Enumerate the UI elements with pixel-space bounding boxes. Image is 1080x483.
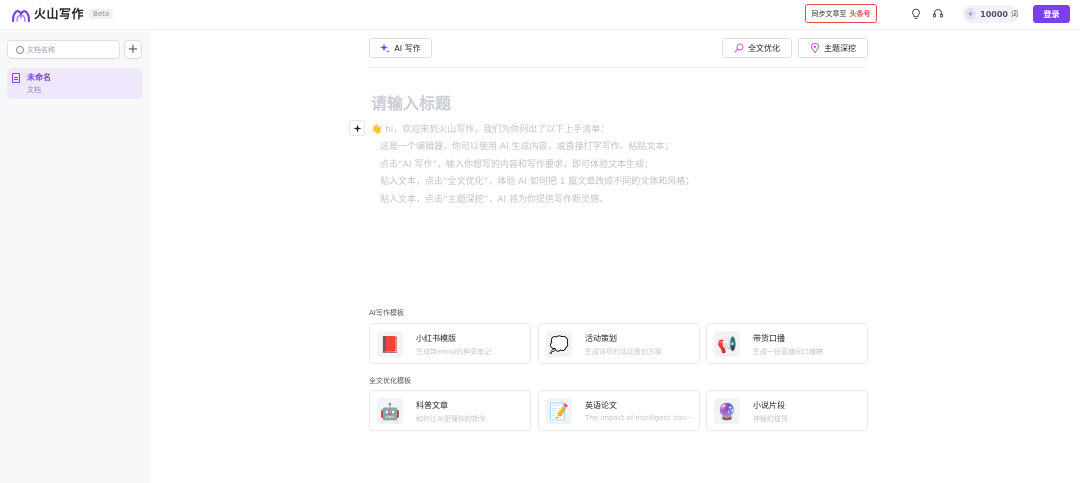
template-card-event-plan[interactable]: 💭 活动策划 生成详尽的活动策划方案 [538,323,700,364]
full-optimize-button[interactable]: 全文优化 [722,38,792,58]
full-optimize-label: 全文优化 [748,43,780,53]
add-document-button[interactable]: + [124,40,142,59]
intro-line: 👋 hi，欢迎来到火山写作，我们为你列出了以下上手清单： [371,125,610,135]
document-title: 未命名 [27,73,51,82]
quota-plus-icon: + [965,8,977,20]
ai-write-label: AI 写作 [394,43,421,53]
search-icon [16,45,24,54]
ai-template-section-label: AI写作模板 [369,309,404,317]
red-book-icon: 📕 [377,331,403,357]
memo-icon: 📝 [546,398,572,424]
login-button[interactable]: 登录 [1033,5,1070,23]
title-input[interactable]: 请输入标题 [371,90,451,114]
template-title: 带货口播 [753,334,785,343]
quota-value: 10000 [980,9,1008,19]
sparkle-icon [380,43,391,53]
sync-target: 头条号 [849,9,871,18]
template-title: 科普文章 [416,401,448,410]
template-title: 活动策划 [585,334,617,343]
template-subtitle: 生成带emoji的种草笔记 [416,348,492,356]
sparkle-plus-icon [352,123,362,133]
template-card-science[interactable]: 🤖 科普文章 如何让AI更懂你的指令 [369,390,531,431]
megaphone-icon: 📢 [714,331,740,357]
template-title: 小说片段 [753,401,785,410]
lightbulb-icon[interactable] [910,8,922,20]
template-title: 小红书模版 [416,334,456,343]
template-card-xiaohongshu[interactable]: 📕 小红书模版 生成带emoji的种草笔记 [369,323,531,364]
toolbar-divider [369,67,867,68]
intro-line: 这是一个编辑器，你可以使用 AI 生成内容，或直接打字写作、粘贴文本； [380,142,674,153]
word-quota-badge[interactable]: + 10000 词 [962,5,1018,23]
top-header: 火山写作 Beta 同步文章至 头条号 + 10000 词 登录 [0,0,1080,30]
template-subtitle: The impact of intelligent hou··· [585,414,693,422]
doc-search-box[interactable] [7,40,120,59]
template-card-livestream[interactable]: 📢 带货口播 生成一份直播间口播稿 [706,323,868,364]
document-list-item[interactable]: 未命名 文档 [7,68,142,99]
thought-bubble-icon: 💭 [546,331,572,357]
app-logo[interactable]: 火山写作 Beta [11,5,114,22]
robot-icon: 🤖 [377,398,403,424]
beta-badge: Beta [89,8,114,19]
magic-wand-icon [734,43,744,53]
crystal-ball-icon: 🔮 [714,398,740,424]
intro-line: 点击“AI 写作”，输入你想写的内容和写作要求，即可体验文本生成； [380,159,653,170]
ai-write-button[interactable]: AI 写作 [369,38,432,58]
template-subtitle: 生成详尽的活动策划方案 [585,348,662,356]
template-title: 英语论文 [585,401,617,410]
sync-label: 同步文章至 [811,9,847,18]
intro-line: 贴入文本，点击“全文优化”，体验 AI 如何把 1 篇文章改成不同的文体和风格； [380,177,695,188]
sync-article-button[interactable]: 同步文章至 头条号 [805,4,877,23]
quota-unit: 词 [1011,10,1018,18]
logo-icon [11,9,31,22]
optimize-template-section-label: 全文优化模板 [369,377,411,385]
editor-body[interactable]: 👋 hi，欢迎来到火山写作，我们为你列出了以下上手清单： 这是一个编辑器，你可以… [371,122,694,209]
intro-line: 贴入文本，点击“主题深挖”，AI 将为你提供写作新灵感。 [380,194,608,205]
topic-deepen-button[interactable]: 主题深挖 [798,38,868,58]
template-card-english-paper[interactable]: 📝 英语论文 The impact of intelligent hou··· [538,390,700,431]
sidebar: + 未命名 文档 [0,31,150,483]
app-name: 火山写作 [34,7,85,21]
document-icon [12,73,20,83]
topic-deepen-label: 主题深挖 [824,43,856,53]
template-card-novel[interactable]: 🔮 小说片段 神秘的提货 [706,390,868,431]
insert-block-button[interactable] [349,120,365,136]
location-pin-icon [810,43,820,53]
template-subtitle: 神秘的提货 [753,415,788,423]
help-icon[interactable] [932,8,944,20]
doc-search-input[interactable] [27,45,117,54]
document-type: 文档 [27,86,41,94]
template-subtitle: 如何让AI更懂你的指令 [416,415,486,423]
template-subtitle: 生成一份直播间口播稿 [753,348,823,356]
